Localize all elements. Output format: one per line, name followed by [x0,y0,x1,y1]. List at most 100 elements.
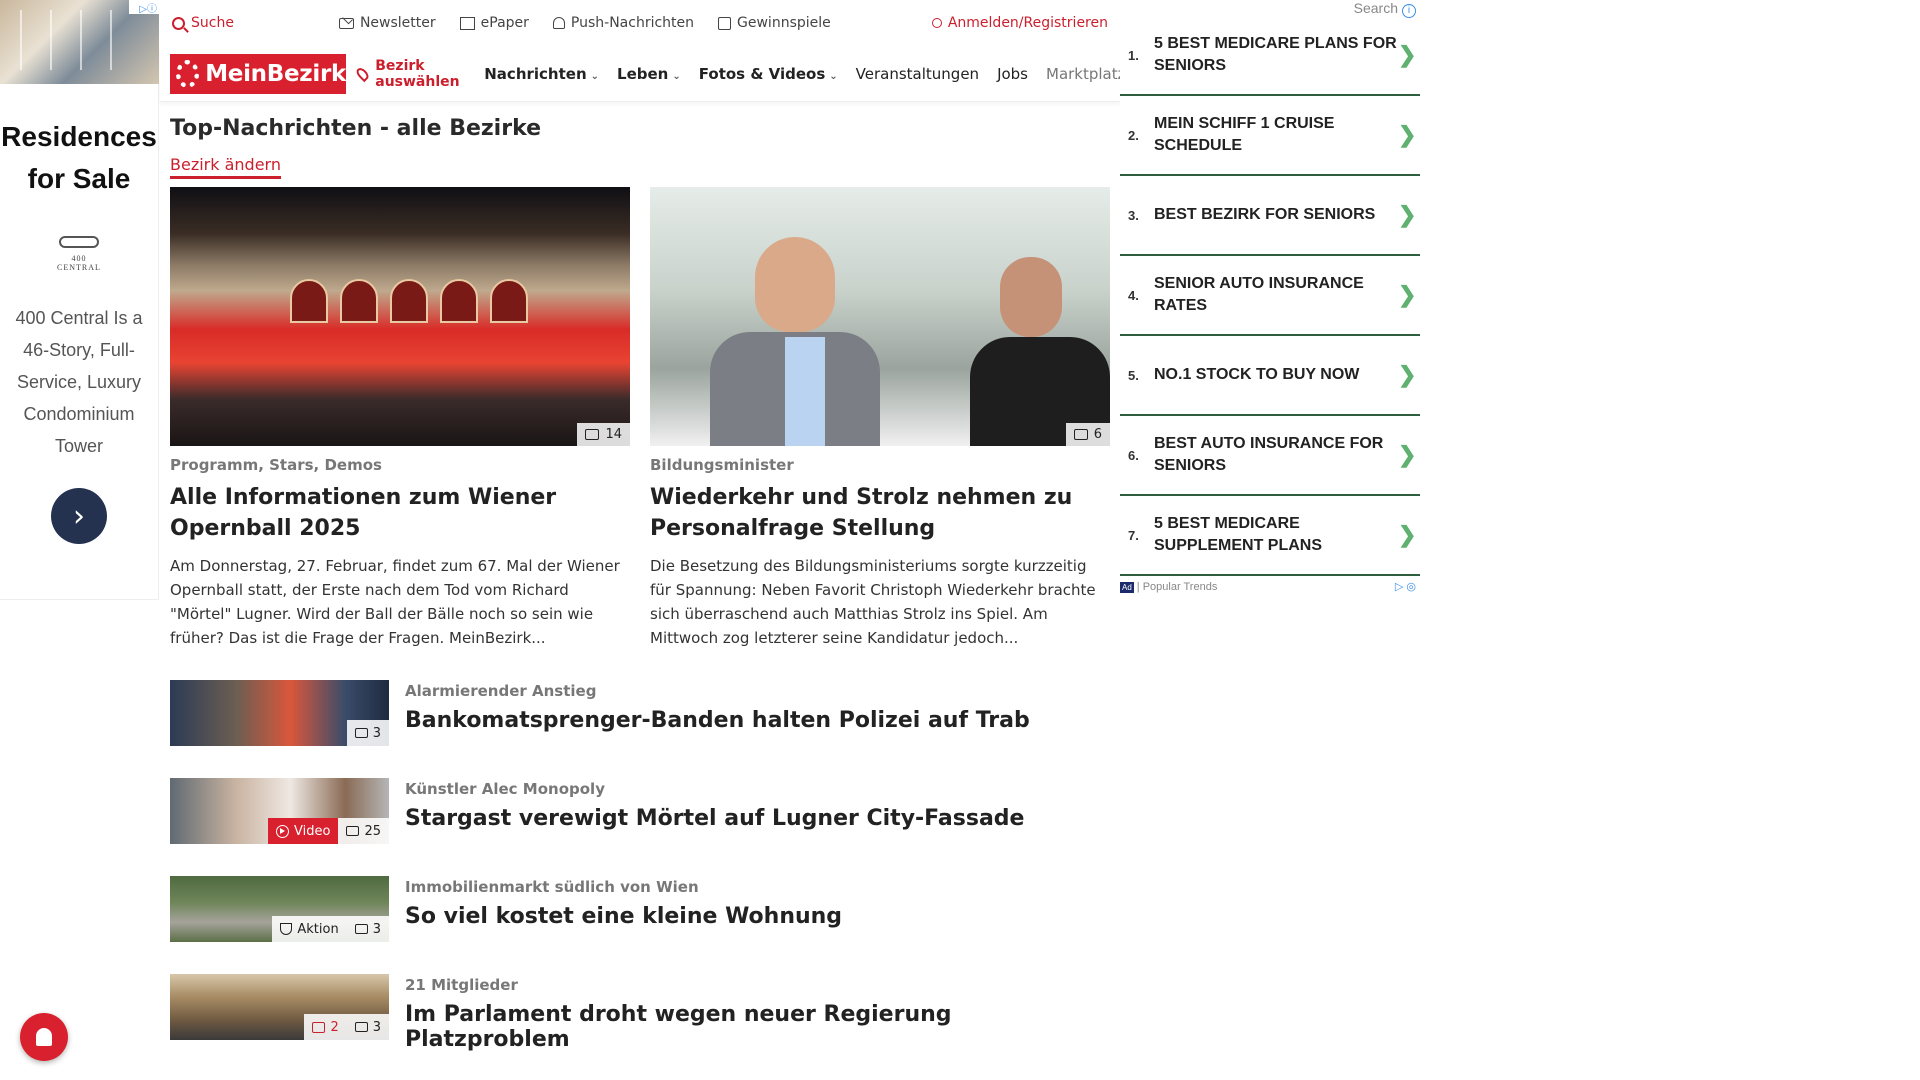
aktion-badge: Aktion [272,916,347,942]
ad-list-item[interactable]: 3. Best Bezirk for Seniors ❯ [1120,176,1420,256]
list-item[interactable]: Video 25 Künstler Alec Monopoly Stargast… [170,778,1120,844]
list-title[interactable]: So viel kostet eine kleine Wohnung [405,904,842,929]
notification-bell-button[interactable] [20,1013,68,1061]
list-kicker: Alarmierender Anstieg [405,682,597,700]
top-utility-bar: Suche Newsletter ePaper Push-Nachrichten… [160,0,1120,46]
video-badge: Video [268,818,339,844]
push-notifications-link[interactable]: Push-Nachrichten [552,15,695,31]
photo-count-badge: 6 [1065,423,1110,446]
comment-icon [312,1021,326,1033]
games-link[interactable]: Gewinnspiele [718,15,831,31]
photo-count-badge: 14 [577,423,630,446]
change-district-link[interactable]: Bezirk ändern [170,155,281,179]
list-title[interactable]: Bankomatsprenger-Banden halten Polizei a… [405,708,1030,733]
photo-count-badge: 3 [346,1014,389,1040]
ad-footer-label: Popular Trends [1142,580,1218,593]
list-thumbnail[interactable]: 3 [170,680,389,746]
nav-item-jobs[interactable]: Jobs [997,65,1028,83]
logo-text: MeinBezirk [205,60,346,87]
ad-choices-icon[interactable]: ▷ ◎ [1395,580,1416,593]
right-ad-panel[interactable]: Search i 1. 5 Best Medicare Plans for Seni… [1120,0,1420,600]
nav-item-leben[interactable]: Leben ⌄ [617,65,681,83]
top-story-card[interactable]: 14 Programm, Stars, Demos Alle Informati… [170,187,630,650]
ad-tag: Ad [1120,581,1134,593]
news-list: 3 Alarmierender Anstieg Bankomatsprenger… [170,680,1120,1052]
epaper-label: ePaper [480,15,529,31]
list-item[interactable]: 2 3 21 Mitglieder Im Parlament droht weg… [170,974,1120,1052]
story-teaser: Die Besetzung des Bildungsministeriums s… [650,557,1096,647]
story-kicker: Programm, Stars, Demos [170,456,382,474]
select-district-button[interactable]: Bezirk auswählen [354,58,466,90]
list-thumbnail[interactable]: Video 25 [170,778,389,844]
gallery-icon [585,429,600,440]
search-link[interactable]: Suche [172,15,234,31]
ad-list-item[interactable]: 5. No.1 Stock to Buy Now ❯ [1120,336,1420,416]
story-headline[interactable]: Alle Informationen zum Wiener Opernball … [170,482,630,544]
newsletter-link[interactable]: Newsletter [338,15,436,31]
ad-headline[interactable]: Residences for Sale [0,116,158,200]
story-image[interactable]: 14 [170,187,630,446]
list-kicker: 21 Mitglieder [405,976,518,994]
prize-icon [718,16,732,30]
ad-list-item[interactable]: 7. 5 Best Medicare Supplement Plans ❯ [1120,496,1420,576]
play-icon [276,824,290,838]
ad-list-item[interactable]: 4. Senior Auto Insurance Rates ❯ [1120,256,1420,336]
list-thumbnail[interactable]: Aktion 3 [170,876,389,942]
list-item[interactable]: Aktion 3 Immobilienmarkt südlich von Wie… [170,876,1120,942]
chevron-right-icon: ❯ [1398,122,1417,147]
chevron-down-icon: ⌄ [590,70,600,82]
main-content: Suche Newsletter ePaper Push-Nachrichten… [160,0,1120,1080]
chevron-right-icon: ❯ [1398,42,1417,67]
newspaper-icon [459,16,475,30]
gallery-icon [1073,429,1088,440]
ad-footer: Ad | Popular Trends ▷ ◎ [1120,580,1416,593]
chevron-right-icon: ❯ [1398,442,1417,467]
list-item[interactable]: 3 Alarmierender Anstieg Bankomatsprenger… [170,680,1120,746]
story-teaser: Am Donnerstag, 27. Februar, findet zum 6… [170,557,620,647]
bell-icon [36,1028,52,1046]
main-navigation: MeinBezirk Bezirk auswählen Nachrichten ⌄… [160,46,1120,102]
photo-count-badge: 3 [346,916,389,942]
info-icon[interactable]: i [1402,4,1416,18]
push-label: Push-Nachrichten [570,15,695,31]
nav-item-nachrichten[interactable]: Nachrichten ⌄ [484,65,599,83]
epaper-link[interactable]: ePaper [459,15,529,31]
user-icon [931,18,942,28]
gallery-icon [354,924,368,934]
ad-list-item[interactable]: 2. Mein Schiff 1 Cruise Schedule ❯ [1120,96,1420,176]
bell-icon [552,17,565,29]
list-thumbnail[interactable]: 2 3 [170,974,389,1040]
chevron-right-icon: ❯ [1398,362,1417,387]
photo-count-badge: 25 [338,818,389,844]
list-title[interactable]: Stargast verewigt Mörtel auf Lugner City… [405,806,1024,831]
login-link[interactable]: Anmelden/Registrieren [931,15,1108,31]
gallery-icon [346,826,360,836]
story-image[interactable]: 6 [650,187,1110,446]
games-label: Gewinnspiele [737,15,831,31]
trophy-icon [280,923,293,935]
chevron-down-icon: ⌄ [829,70,838,82]
nav-item-veranstaltungen[interactable]: Veranstaltungen [856,65,979,83]
chevron-right-icon: ❯ [1398,522,1417,547]
comment-count-badge: 2 [304,1014,347,1040]
list-kicker: Immobilienmarkt südlich von Wien [405,878,699,896]
ad-image[interactable]: ▷ⓘ [0,0,159,84]
ad-body-text: 400 Central Is a 46-Story, Full-Service,… [15,308,143,456]
ad-choices-icon[interactable]: ▷ⓘ [129,0,159,15]
site-logo[interactable]: MeinBezirk [170,53,346,94]
left-ad-banner[interactable]: ▷ⓘ Residences for Sale 400 CENTRAL 400 C… [0,0,159,600]
top-story-card[interactable]: 6 Bildungsminister Wiederkehr und Strolz… [650,187,1110,650]
ad-list-item[interactable]: 6. Best Auto Insurance for Seniors ❯ [1120,416,1420,496]
gallery-icon [354,1022,368,1032]
search-label: Suche [191,15,234,31]
nav-item-fotos-videos[interactable]: Fotos & Videos ⌄ [699,65,838,83]
story-kicker: Bildungsminister [650,456,794,474]
ad-list-item[interactable]: 1. 5 Best Medicare Plans for Seniors ❯ [1120,16,1420,96]
chevron-right-icon: ❯ [1398,282,1417,307]
nav-item-marktplatz[interactable]: Marktplatz [1046,65,1120,83]
newsletter-label: Newsletter [359,15,436,31]
story-headline[interactable]: Wiederkehr und Strolz nehmen zu Personal… [650,482,1110,544]
chevron-right-icon[interactable]: › [51,488,107,544]
list-title[interactable]: Im Parlament droht wegen neuer Regierung… [405,1002,1120,1052]
ad-brand-name: 400 CENTRAL [57,254,101,272]
